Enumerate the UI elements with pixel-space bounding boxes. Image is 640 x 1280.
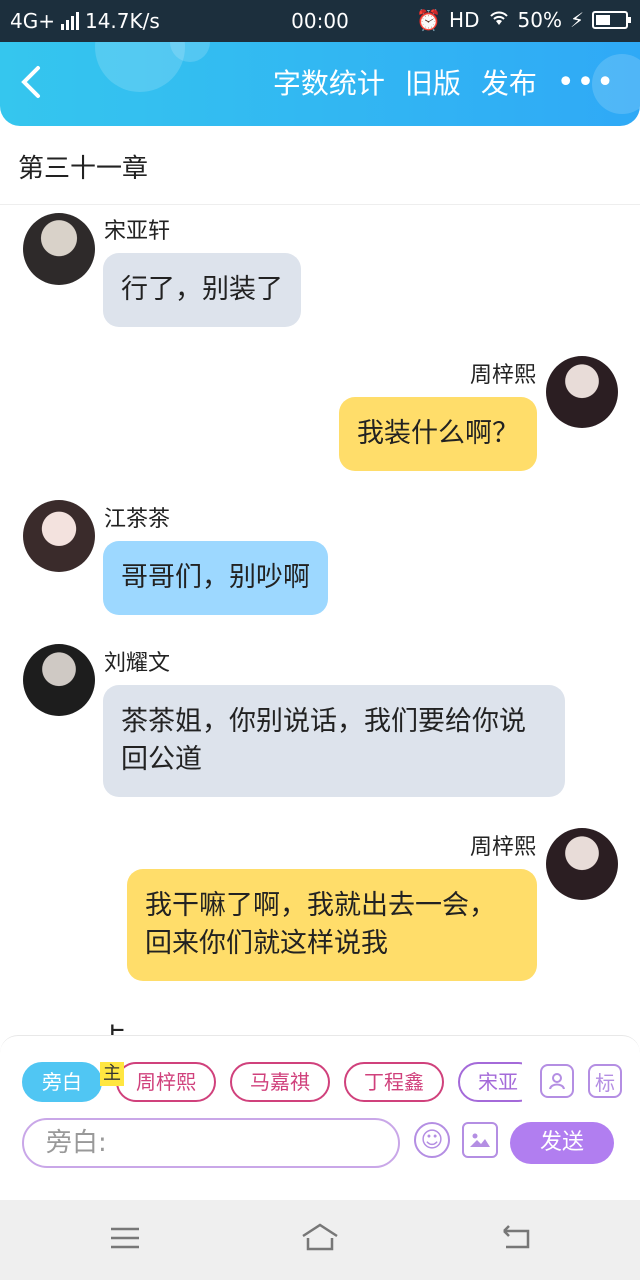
message-bubble[interactable]: 我干嘛了啊，我就出去一会，回来你们就这样说我 bbox=[127, 869, 537, 981]
chat-list[interactable]: 宋亚轩 行了，别装了 周梓熙 我装什么啊？ 江茶茶 哥哥们，别吵啊 刘耀文 茶茶… bbox=[0, 205, 640, 1035]
status-right: ⏰ HD 50% ⚡ bbox=[416, 8, 631, 32]
speaker-name: 周梓熙 bbox=[469, 363, 536, 388]
mark-button[interactable]: 标 bbox=[588, 1064, 622, 1098]
avatar[interactable] bbox=[23, 213, 95, 285]
speaker-name: 刘耀文 bbox=[104, 651, 171, 676]
chip-character[interactable]: 马嘉祺 bbox=[230, 1062, 330, 1102]
home-icon[interactable] bbox=[300, 1222, 340, 1262]
chip-character[interactable]: 周梓熙 bbox=[116, 1062, 216, 1102]
avatar[interactable] bbox=[546, 356, 618, 428]
dialogue-input[interactable]: 旁白: bbox=[22, 1118, 400, 1168]
image-icon[interactable] bbox=[462, 1122, 498, 1158]
publish-button[interactable]: 发布 bbox=[481, 62, 537, 102]
alarm-icon: ⏰ bbox=[416, 8, 442, 32]
chip-character[interactable]: 宋亚 bbox=[458, 1062, 522, 1102]
status-bar: 4G+ 14.7K/s 00:00 ⏰ HD 50% ⚡ bbox=[0, 0, 640, 42]
header-actions: 字数统计 旧版 发布 ••• bbox=[273, 62, 616, 102]
main-character-tag: 主 bbox=[100, 1062, 124, 1086]
word-count-button[interactable]: 字数统计 bbox=[273, 62, 385, 102]
hd-label: HD bbox=[449, 8, 480, 32]
speaker-name: 宋亚轩 bbox=[104, 219, 171, 244]
character-chips: 旁白 周梓熙 马嘉祺 丁程鑫 宋亚 bbox=[22, 1062, 522, 1102]
send-button[interactable]: 发送 bbox=[510, 1122, 614, 1164]
message-bubble[interactable]: 行了，别装了 bbox=[103, 253, 301, 327]
menu-icon[interactable] bbox=[105, 1222, 145, 1262]
chip-narration[interactable]: 旁白 bbox=[22, 1062, 102, 1102]
character-icon[interactable] bbox=[540, 1064, 574, 1098]
battery-percent: 50% bbox=[517, 8, 562, 32]
avatar[interactable] bbox=[23, 644, 95, 716]
avatar[interactable] bbox=[23, 500, 95, 572]
emoji-icon[interactable]: ☺ bbox=[414, 1122, 450, 1158]
more-dots-icon[interactable]: ••• bbox=[557, 65, 616, 100]
battery-icon bbox=[592, 11, 631, 29]
back-chevron-icon[interactable] bbox=[18, 64, 58, 104]
message-bubble[interactable]: 我装什么啊？ bbox=[339, 397, 537, 471]
system-nav-bar bbox=[0, 1200, 640, 1280]
composer-side-icons: 标 bbox=[540, 1064, 622, 1098]
chapter-title[interactable]: 第三十一章 bbox=[18, 148, 148, 185]
message-bubble[interactable]: 茶茶姐，你别说话，我们要给你说回公道 bbox=[103, 685, 565, 797]
back-icon[interactable] bbox=[495, 1222, 535, 1262]
app-header: 字数统计 旧版 发布 ••• bbox=[0, 42, 640, 126]
speaker-name: 周梓熙 bbox=[469, 835, 536, 860]
composer: 旁白 周梓熙 马嘉祺 丁程鑫 宋亚 主 标 旁白: ☺ 发送 bbox=[0, 1035, 640, 1170]
old-version-button[interactable]: 旧版 bbox=[405, 62, 461, 102]
message-bubble[interactable]: 哥哥们，别吵啊 bbox=[103, 541, 328, 615]
avatar[interactable] bbox=[546, 828, 618, 900]
charging-icon: ⚡ bbox=[569, 8, 584, 32]
wifi-icon bbox=[488, 8, 510, 32]
chip-character[interactable]: 丁程鑫 bbox=[344, 1062, 444, 1102]
speaker-name: 江茶茶 bbox=[104, 507, 171, 532]
